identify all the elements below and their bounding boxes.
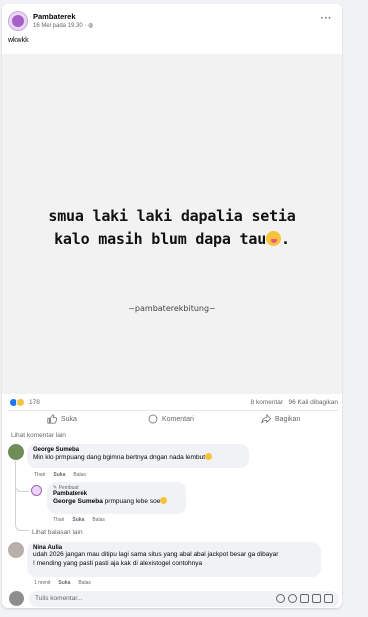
post-header: Pambaterek 16 Mei pada 19.30 · ◍ ···: [8, 11, 336, 33]
input-icons: [276, 594, 333, 603]
comment-input-row: Tulis komentar...: [8, 591, 339, 607]
page-name[interactable]: Pambaterek: [33, 12, 76, 21]
like-button[interactable]: Suka: [47, 414, 77, 424]
reply-connector: [15, 484, 29, 492]
reply-like-link[interactable]: Suka: [72, 517, 84, 523]
image-watermark: ~pambaterekbitung~: [128, 304, 216, 313]
comment-bubble: George Sumeba Min klo prmpuang dang bgim…: [27, 444, 249, 468]
image-text-line1: smua laki laki dapalia setia: [48, 207, 296, 225]
haha-reaction-icon[interactable]: [16, 398, 25, 407]
reply-text: George Sumeba prmpuang lebe soe: [53, 497, 180, 507]
replies-connector: [15, 524, 29, 531]
reply-bubble: ✎ Pembuat Pambaterek George Sumeba prmpu…: [47, 482, 186, 514]
commenter-avatar[interactable]: [8, 542, 24, 558]
avatar-sticker-icon[interactable]: [276, 594, 285, 603]
globe-icon: ◍: [88, 23, 94, 29]
comment-time[interactable]: Thari: [34, 472, 45, 478]
thumbs-up-icon: [47, 414, 57, 424]
comment-button[interactable]: Komentari: [148, 414, 194, 424]
like-button-label: Suka: [61, 415, 77, 423]
post-timestamp[interactable]: 16 Mei pada 19.30 ·: [33, 23, 88, 29]
share-button-label: Bagikan: [275, 415, 301, 423]
post-stats: 178 8 komentar 96 Kali dibagikan: [8, 397, 338, 409]
tongue-face-emoji-icon: [266, 231, 282, 246]
comment-time[interactable]: 1 menit: [34, 580, 50, 586]
stats-right: 8 komentar 96 Kali dibagikan: [251, 399, 338, 406]
more-options-icon[interactable]: ···: [321, 13, 333, 24]
comment-like-link[interactable]: Suka: [53, 472, 65, 478]
gif-icon[interactable]: [312, 594, 321, 603]
page-scroll-area: [350, 0, 368, 617]
page-avatar[interactable]: [8, 11, 28, 31]
comment-bubble: Nina Aulia udah 2026 jangan mau ditipu l…: [27, 542, 321, 577]
smile-emoji-icon: [205, 453, 213, 460]
comment-input-placeholder: Tulis komentar...: [35, 595, 83, 602]
view-more-comments-link[interactable]: Lihat komentar lain: [11, 432, 66, 439]
user-avatar[interactable]: [9, 591, 24, 606]
post-image[interactable]: smua laki laki dapalia setia kalo masih …: [2, 54, 342, 394]
post-actions: Suka Komentari Bagikan: [8, 410, 338, 426]
comment-count[interactable]: 8 komentar: [251, 399, 284, 406]
share-count[interactable]: 96 Kali dibagikan: [288, 399, 338, 406]
reply-actions: Thari Suka Balas: [53, 517, 113, 523]
reply-text-content: prmpuang lebe soe: [102, 498, 161, 505]
reply-mention[interactable]: George Sumeba: [53, 498, 103, 505]
sticker-icon[interactable]: [324, 594, 333, 603]
comment-bubble-icon: [148, 414, 158, 424]
image-text-line2-text: kalo masih blum dapa tau: [54, 230, 267, 248]
comment-text-content: Min klo prmpuang dang bgimna bertnya dng…: [33, 454, 206, 461]
blush-emoji-icon: [160, 497, 168, 504]
comment-text-line1: udah 2026 jangan mau ditipu lagi sama si…: [33, 551, 279, 558]
comment-button-label: Komentari: [162, 415, 194, 423]
post-card: Pambaterek 16 Mei pada 19.30 · ◍ ··· wkw…: [2, 4, 342, 608]
share-button[interactable]: Bagikan: [261, 414, 300, 424]
author-avatar[interactable]: [31, 485, 42, 496]
share-arrow-icon: [261, 414, 271, 424]
comment-reply-link[interactable]: Balas: [78, 580, 91, 586]
image-text-line2: kalo masih blum dapa tau.: [54, 230, 290, 248]
emoji-icon[interactable]: [288, 594, 297, 603]
comment-actions: 1 menit Suka Balas: [34, 580, 99, 586]
comment-actions: Thari Suka Balas: [34, 472, 94, 478]
reply-time[interactable]: Thari: [53, 517, 64, 523]
thread-line: [15, 461, 16, 524]
comment-text: Min klo prmpuang dang bgimna bertnya dng…: [33, 453, 243, 463]
post-meta: 16 Mei pada 19.30 · ◍: [33, 22, 93, 29]
camera-icon[interactable]: [300, 594, 309, 603]
reaction-count[interactable]: 178: [29, 399, 40, 406]
post-caption: wkwkk: [8, 37, 29, 44]
view-more-replies-link[interactable]: Lihat balasan lain: [32, 529, 83, 536]
reply-reply-link[interactable]: Balas: [92, 517, 105, 523]
comment-like-link[interactable]: Suka: [58, 580, 70, 586]
comment-input[interactable]: Tulis komentar...: [29, 591, 339, 607]
comment-reply-link[interactable]: Balas: [73, 472, 86, 478]
commenter-avatar[interactable]: [8, 444, 24, 460]
comment-text-line2: ! mending yang pasti pasti aja kak di al…: [33, 559, 203, 567]
